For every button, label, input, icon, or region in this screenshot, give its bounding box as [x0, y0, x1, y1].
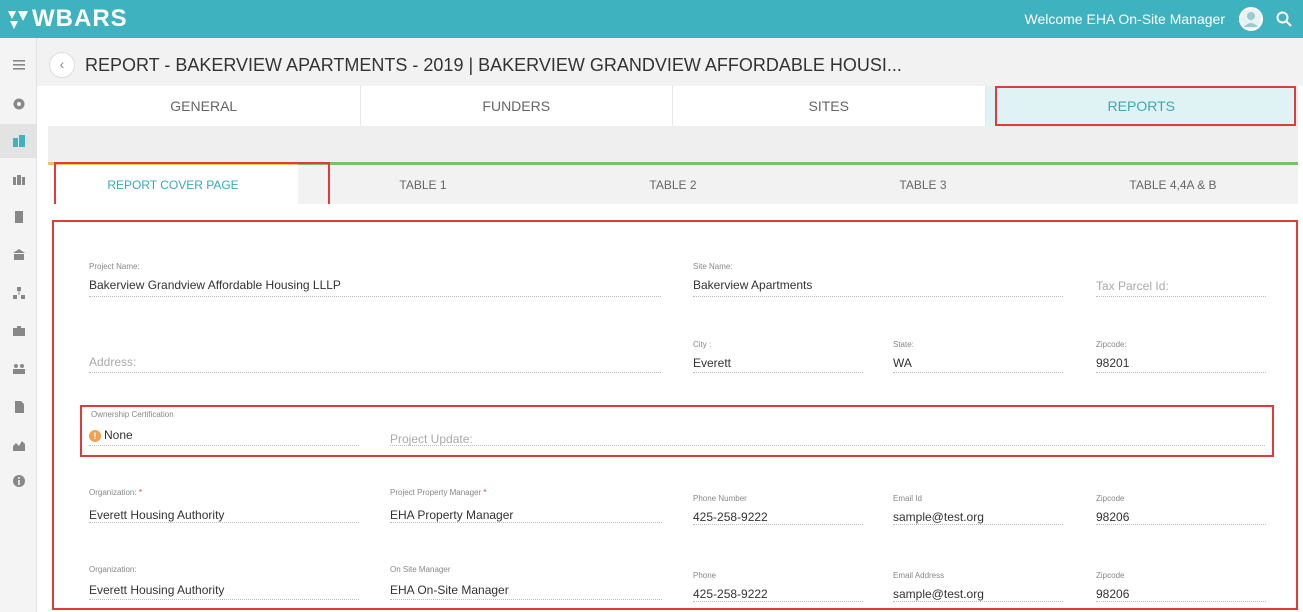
organization-field[interactable]: Organization: * Everett Housing Authorit… [89, 488, 359, 523]
tab-funders[interactable]: FUNDERS [361, 86, 673, 126]
logo-text: WBARS [32, 5, 128, 32]
state-field[interactable]: State: WA [893, 340, 1063, 373]
tab-table-4[interactable]: TABLE 4,4A & B [1048, 162, 1298, 204]
ownership-value: None [104, 428, 133, 442]
buildings-icon[interactable] [0, 124, 37, 158]
property-manager-field[interactable]: Project Property Manager * EHA Property … [390, 488, 662, 523]
city-icon[interactable] [0, 162, 37, 196]
zipcode-3-field[interactable]: Zipcode 98206 [1096, 571, 1266, 602]
tab-table-2[interactable]: TABLE 2 [548, 162, 798, 204]
email-address-field[interactable]: Email Address sample@test.org [893, 571, 1063, 602]
back-button[interactable]: ‹ [49, 52, 75, 78]
menu-icon[interactable] [0, 48, 37, 82]
org-chart-icon[interactable] [0, 276, 37, 310]
ownership-certification-field[interactable]: Ownership Certification ! None [89, 410, 359, 446]
tab-sites[interactable]: SITES [673, 86, 986, 126]
tax-parcel-field[interactable]: Tax Parcel Id: [1096, 262, 1266, 297]
breadcrumb: ‹ REPORT - BAKERVIEW APARTMENTS - 2019 |… [37, 38, 1303, 86]
phone-number-field[interactable]: Phone Number 425-258-9222 [693, 494, 863, 525]
welcome-text: Welcome EHA On-Site Manager [1024, 11, 1226, 27]
user-icon [1244, 12, 1258, 27]
info-icon[interactable] [0, 464, 37, 498]
address-field[interactable]: Address: [89, 340, 661, 373]
phone-field[interactable]: Phone 425-258-9222 [693, 571, 863, 602]
warning-icon: ! [89, 429, 101, 442]
tab-table-3[interactable]: TABLE 3 [798, 162, 1048, 204]
logo-mark-icon [6, 7, 30, 31]
briefcase-icon[interactable] [0, 314, 37, 348]
reports-tab-highlight [995, 86, 1296, 126]
city-field[interactable]: City : Everett [693, 340, 863, 373]
organization-2-field[interactable]: Organization: Everett Housing Authority [89, 565, 359, 600]
users-icon[interactable] [0, 352, 37, 386]
tab-table-1[interactable]: TABLE 1 [298, 162, 548, 204]
app-logo[interactable]: WBARS [6, 5, 128, 32]
zipcode-2-field[interactable]: Zipcode 98206 [1096, 494, 1266, 525]
document-icon[interactable] [0, 390, 37, 424]
page-title: REPORT - BAKERVIEW APARTMENTS - 2019 | B… [85, 55, 902, 75]
user-avatar[interactable] [1239, 7, 1263, 31]
chevron-left-icon: ‹ [59, 56, 65, 72]
project-update-field[interactable]: Project Update: [390, 410, 1265, 446]
zipcode-field[interactable]: Zipcode: 98201 [1096, 340, 1266, 373]
bank-icon[interactable] [0, 238, 37, 272]
onsite-manager-field[interactable]: On Site Manager EHA On-Site Manager [390, 565, 662, 600]
site-name-field[interactable]: Site Name: Bakerview Apartments [693, 262, 1063, 297]
chart-icon[interactable] [0, 428, 37, 462]
dashboard-icon[interactable] [0, 86, 37, 120]
search-icon[interactable] [1275, 10, 1293, 28]
building-icon[interactable] [0, 200, 37, 234]
spacer-band [48, 126, 1298, 162]
top-bar: WBARS Welcome EHA On-Site Manager [0, 0, 1303, 38]
sidebar [0, 38, 37, 612]
email-id-field[interactable]: Email Id sample@test.org [893, 494, 1063, 525]
project-name-field[interactable]: Project Name: Bakerview Grandview Afford… [89, 262, 661, 297]
tab-general[interactable]: GENERAL [48, 86, 361, 126]
cover-page-tab-highlight [54, 162, 330, 206]
